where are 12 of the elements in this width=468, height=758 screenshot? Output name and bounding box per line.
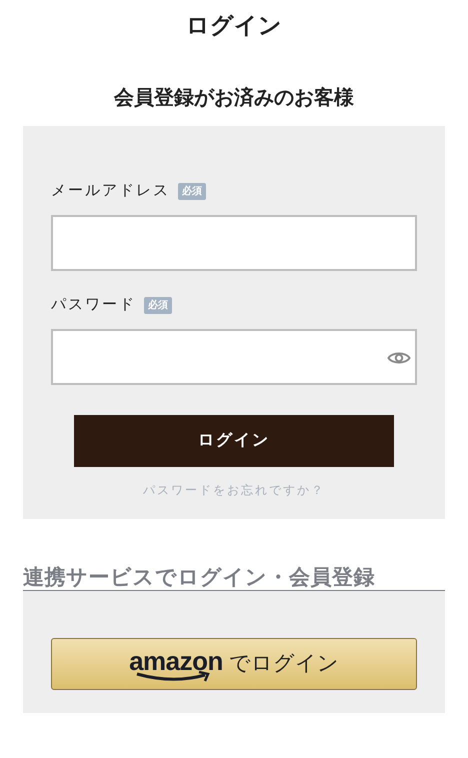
page-title: ログイン [186, 12, 282, 40]
required-tag: 必須 [144, 296, 172, 314]
required-tag: 必須 [178, 182, 206, 200]
section-heading: 会員登録がお済みのお客様 [114, 86, 354, 111]
eye-icon[interactable] [387, 350, 411, 366]
field-label: メールアドレス [51, 182, 170, 201]
amazon-login-button[interactable]: amazon でログイン [51, 638, 417, 690]
password-field[interactable] [51, 329, 417, 385]
field-label: パスワード [51, 296, 136, 315]
amazon-logo: amazon [129, 648, 223, 680]
email-field[interactable] [51, 215, 417, 271]
login-button[interactable]: ログイン [74, 415, 394, 467]
